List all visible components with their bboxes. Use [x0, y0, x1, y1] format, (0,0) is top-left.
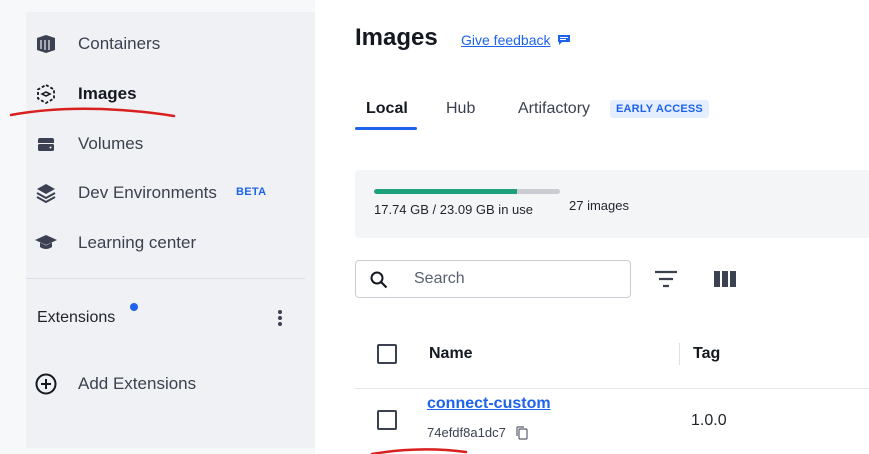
disk-usage-bar — [374, 189, 560, 194]
sidebar-item-containers[interactable]: Containers — [26, 24, 315, 64]
columns-icon[interactable] — [712, 268, 738, 290]
row-checkbox[interactable] — [377, 410, 397, 430]
more-vertical-icon[interactable] — [270, 306, 290, 330]
sidebar-item-dev-environments[interactable]: Dev Environments BETA — [26, 173, 315, 213]
volume-icon — [38, 138, 54, 151]
disk-usage-text: 17.74 GB / 23.09 GB in use — [374, 202, 533, 217]
sidebar-item-label: Learning center — [78, 233, 197, 252]
column-divider — [679, 343, 680, 365]
image-id: 74efdf8a1dc7 — [427, 425, 528, 440]
tab-artifactory[interactable]: Artifactory — [518, 100, 590, 118]
sidebar: Containers Images Volumes Dev Environmen… — [26, 12, 315, 448]
tab-local[interactable]: Local — [366, 100, 408, 118]
dev-env-icon — [36, 184, 56, 204]
column-header-name[interactable]: Name — [429, 345, 473, 363]
search-field[interactable] — [355, 260, 631, 298]
sidebar-item-label: Volumes — [78, 134, 144, 153]
give-feedback-label: Give feedback — [461, 32, 551, 48]
column-header-tag[interactable]: Tag — [693, 345, 720, 363]
sidebar-item-learning-center[interactable]: Learning center — [26, 223, 315, 263]
active-tab-indicator — [355, 127, 417, 130]
early-access-badge: EARLY ACCESS — [610, 100, 709, 118]
sidebar-item-label: Containers — [78, 34, 161, 53]
give-feedback-link[interactable]: Give feedback — [461, 32, 571, 48]
tab-hub[interactable]: Hub — [446, 100, 475, 118]
select-all-checkbox[interactable] — [377, 344, 397, 364]
sidebar-divider — [26, 278, 305, 279]
copy-icon[interactable] — [516, 425, 528, 440]
search-icon — [370, 271, 388, 289]
add-extensions-label: Add Extensions — [78, 374, 197, 393]
plus-circle-icon — [35, 373, 57, 395]
graduation-cap-icon — [35, 235, 57, 249]
disk-usage-card: 17.74 GB / 23.09 GB in use 27 images — [355, 170, 869, 238]
row-divider — [355, 388, 869, 389]
extensions-label: Extensions — [37, 309, 116, 326]
sidebar-item-images[interactable]: Images — [26, 74, 315, 114]
beta-badge: BETA — [236, 186, 267, 198]
extensions-notification-dot — [130, 303, 138, 311]
feedback-icon — [557, 35, 570, 45]
image-id-text: 74efdf8a1dc7 — [427, 425, 506, 440]
container-icon — [37, 35, 55, 53]
sidebar-item-volumes[interactable]: Volumes — [26, 124, 315, 164]
page-title: Images — [355, 24, 438, 51]
search-input[interactable] — [414, 269, 614, 289]
main-panel: Images Give feedback Local Hub Artifacto… — [315, 0, 869, 454]
image-count: 27 images — [569, 198, 629, 213]
sidebar-item-label: Dev Environments — [78, 183, 217, 202]
add-extensions-button[interactable]: Add Extensions — [34, 372, 196, 396]
sidebar-item-label: Images — [78, 84, 137, 103]
image-name-link[interactable]: connect-custom — [427, 395, 551, 413]
image-tag: 1.0.0 — [691, 412, 727, 429]
image-icon — [37, 83, 55, 105]
disk-usage-fill — [374, 189, 517, 194]
filter-icon[interactable] — [653, 268, 679, 290]
